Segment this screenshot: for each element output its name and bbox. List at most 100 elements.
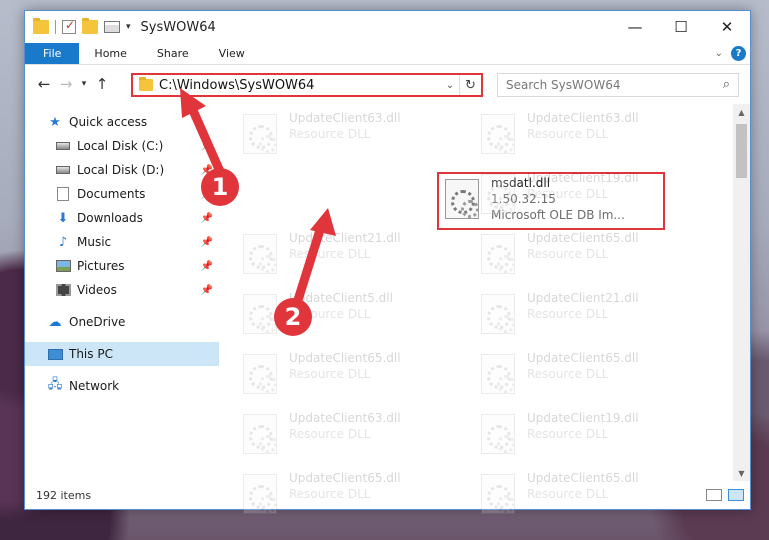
tab-view[interactable]: View: [204, 43, 260, 64]
refresh-icon[interactable]: ↻: [459, 75, 481, 95]
file-tile[interactable]: UpdateClient21.dll Resource DLL: [243, 230, 463, 280]
dll-file-icon: [243, 114, 277, 154]
large-icons-view-icon[interactable]: [728, 489, 744, 501]
dll-file-icon: [481, 174, 515, 214]
folder-icon[interactable]: [33, 18, 49, 34]
sidebar-item-label: Music: [77, 235, 112, 249]
item-count: 192 items: [36, 488, 92, 502]
forward-arrow-icon[interactable]: →: [55, 75, 77, 93]
search-input[interactable]: Search SysWOW64 ⌕: [497, 73, 739, 97]
sidebar-item-label: Videos: [77, 283, 117, 297]
help-icon[interactable]: ?: [731, 46, 746, 61]
dll-file-icon: [243, 354, 277, 394]
file-name: UpdateClient63.dll: [527, 111, 639, 125]
dll-file-icon: [481, 414, 515, 454]
details-view-icon[interactable]: [706, 489, 722, 501]
sidebar-item-label: Local Disk (D:): [77, 163, 165, 177]
file-name: UpdateClient65.dll: [289, 351, 401, 365]
file-name: UpdateClient21.dll: [527, 291, 639, 305]
file-tile[interactable]: UpdateClient63.dll Resource DLL: [243, 110, 463, 160]
pin-icon[interactable]: 📌: [201, 237, 213, 248]
file-tile[interactable]: UpdateClient21.dll Resource DLL: [481, 290, 701, 340]
sidebar-item-network[interactable]: 🖧 Network: [25, 374, 219, 398]
address-bar[interactable]: C:\Windows\SysWOW64 ⌄ ↻: [131, 73, 483, 97]
file-list: UpdateClient63.dll Resource DLL msdatl.dl…: [219, 104, 750, 514]
dll-file-icon: [445, 179, 479, 219]
scroll-up-icon[interactable]: ▲: [733, 104, 750, 120]
sidebar-item-documents[interactable]: Documents 📌: [25, 182, 219, 206]
close-button[interactable]: ✕: [704, 11, 750, 43]
sidebar-item-label: This PC: [69, 347, 113, 361]
pin-icon[interactable]: 📌: [201, 261, 213, 272]
file-tile[interactable]: UpdateClient19.dll Resource DLL: [481, 410, 701, 460]
file-tile[interactable]: UpdateClient63.dll Resource DLL: [243, 410, 463, 460]
minimize-button[interactable]: —: [612, 11, 658, 43]
tab-share[interactable]: Share: [142, 43, 204, 64]
file-type: Resource DLL: [527, 247, 609, 261]
up-arrow-icon[interactable]: ↑: [91, 75, 113, 93]
sidebar-item-this-pc[interactable]: This PC: [25, 342, 219, 366]
file-tile[interactable]: UpdateClient19.dll Resource DLL: [481, 170, 701, 220]
dll-file-icon: [481, 294, 515, 334]
file-explorer-window: ▾ SysWOW64 — ☐ ✕ File Home Share View ⌄ …: [24, 10, 751, 514]
back-arrow-icon[interactable]: ←: [33, 75, 55, 93]
file-name: UpdateClient21.dll: [289, 231, 401, 245]
sidebar-item-videos[interactable]: Videos 📌: [25, 278, 219, 302]
file-name: UpdateClient65.dll: [527, 351, 639, 365]
title-bar: ▾ SysWOW64 — ☐ ✕: [25, 11, 750, 43]
main-content: ★ Quick access Local Disk (C:) 📌 Local D…: [25, 104, 750, 514]
address-dropdown-icon[interactable]: ⌄: [441, 80, 459, 91]
sidebar-item-downloads[interactable]: ⬇ Downloads 📌: [25, 206, 219, 230]
tab-home[interactable]: Home: [79, 43, 141, 64]
toolbar-divider: [55, 20, 56, 34]
file-type: Resource DLL: [527, 127, 609, 141]
sidebar-item-label: OneDrive: [69, 315, 126, 329]
vertical-scrollbar[interactable]: ▲ ▼: [733, 104, 750, 481]
file-type: Resource DLL: [527, 367, 609, 381]
recent-locations-icon[interactable]: ▾: [77, 79, 91, 89]
sidebar-item-label: Quick access: [69, 115, 148, 129]
sidebar-item-label: Local Disk (C:): [77, 139, 164, 153]
tab-file[interactable]: File: [25, 43, 80, 64]
sidebar-item-music[interactable]: ♪ Music 📌: [25, 230, 219, 254]
pin-icon[interactable]: 📌: [201, 285, 213, 296]
navigation-pane: ★ Quick access Local Disk (C:) 📌 Local D…: [25, 104, 219, 481]
dll-file-icon: [243, 234, 277, 274]
sidebar-item-label: Pictures: [77, 259, 125, 273]
downloads-icon: ⬇: [57, 210, 69, 226]
drive-icon: [56, 166, 70, 174]
file-tile[interactable]: UpdateClient65.dll Resource DLL: [243, 350, 463, 400]
dll-file-icon: [243, 294, 277, 334]
file-tile[interactable]: UpdateClient65.dll Resource DLL: [481, 230, 701, 280]
file-tile[interactable]: UpdateClient65.dll Resource DLL: [481, 350, 701, 400]
documents-icon: [57, 187, 69, 201]
dll-file-icon: [481, 234, 515, 274]
sidebar-item-label: Downloads: [77, 211, 143, 225]
properties-icon[interactable]: [104, 21, 120, 33]
file-tile[interactable]: UpdateClient63.dll Resource DLL: [481, 110, 701, 160]
sidebar-item-local-disk-c[interactable]: Local Disk (C:) 📌: [25, 134, 219, 158]
expand-ribbon-icon[interactable]: ⌄: [715, 48, 723, 59]
navigation-bar: ← → ▾ ↑ C:\Windows\SysWOW64 ⌄ ↻ Search S…: [25, 65, 750, 103]
file-name: UpdateClient19.dll: [527, 171, 639, 185]
sidebar-item-quick-access[interactable]: ★ Quick access: [25, 110, 219, 134]
pin-icon[interactable]: 📌: [201, 213, 213, 224]
sidebar-item-onedrive[interactable]: ☁ OneDrive: [25, 310, 219, 334]
new-folder-icon[interactable]: [82, 18, 98, 34]
file-name: UpdateClient63.dll: [289, 411, 401, 425]
maximize-button[interactable]: ☐: [658, 11, 704, 43]
sidebar-item-pictures[interactable]: Pictures 📌: [25, 254, 219, 278]
address-path[interactable]: C:\Windows\SysWOW64: [159, 78, 441, 93]
properties-check-icon[interactable]: [62, 18, 76, 34]
quick-access-toolbar: ▾: [25, 18, 131, 34]
customize-dropdown-icon[interactable]: ▾: [126, 22, 131, 32]
pictures-icon: [55, 260, 71, 272]
file-type: Resource DLL: [289, 367, 371, 381]
sidebar-item-local-disk-d[interactable]: Local Disk (D:) 📌: [25, 158, 219, 182]
file-type: Resource DLL: [289, 247, 371, 261]
onedrive-icon: ☁: [48, 314, 62, 330]
scroll-down-icon[interactable]: ▼: [733, 465, 750, 481]
videos-icon: [55, 284, 71, 296]
pin-icon[interactable]: 📌: [201, 141, 213, 152]
scroll-thumb[interactable]: [736, 124, 747, 178]
